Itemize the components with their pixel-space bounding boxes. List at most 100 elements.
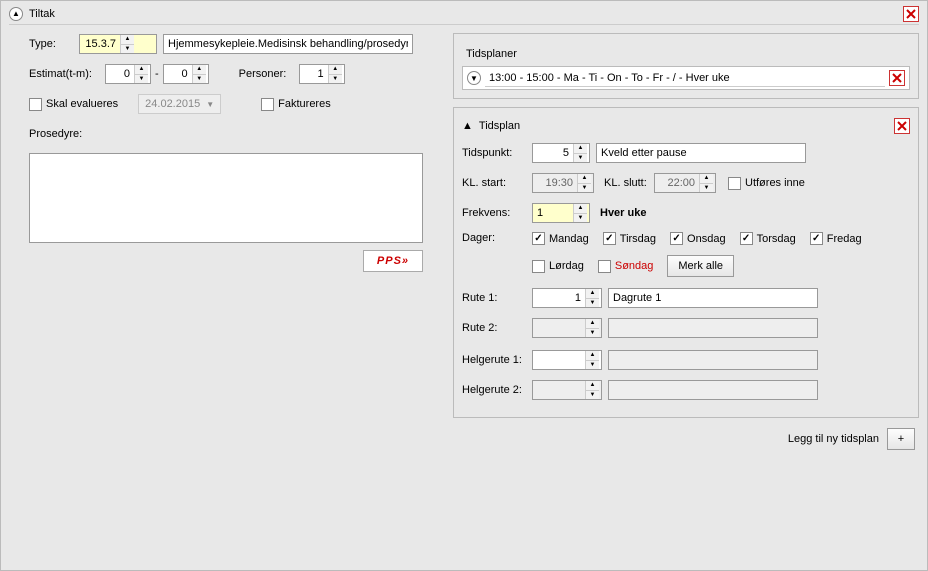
klslutt-input[interactable] [655,174,699,192]
right-column: Tidsplaner ▼ 13:00 - 15:00 - Ma - Ti - O… [453,33,919,450]
day-lordag-checkbox[interactable]: Lørdag [532,260,584,273]
left-column: Type: ▲▼ Estimat(t-m): ▲▼ - ▲▼ [9,33,439,450]
spin-down-icon[interactable]: ▼ [329,75,342,84]
merk-alle-button[interactable]: Merk alle [667,255,734,277]
day-mandag-checkbox[interactable]: Mandag [532,232,589,245]
spin-down-icon[interactable]: ▼ [586,391,599,400]
add-tidsplan-button[interactable]: + [887,428,915,450]
day-fredag-checkbox[interactable]: Fredag [810,232,862,245]
helgerute1-spinner[interactable]: ▲▼ [532,350,602,370]
spin-down-icon[interactable]: ▼ [586,361,599,370]
rute2-label: Rute 2: [462,322,532,334]
helgerute2-spinner[interactable]: ▲▼ [532,380,602,400]
helgerute2-input[interactable] [533,381,585,399]
klslutt-spinner[interactable]: ▲▼ [654,173,716,193]
klstart-label: KL. start: [462,177,532,189]
spin-up-icon[interactable]: ▲ [574,144,587,154]
personer-label: Personer: [239,68,299,80]
estimat-m-input[interactable] [164,65,192,83]
panel-header: ▲ Tiltak [9,5,919,25]
spin-up-icon[interactable]: ▲ [193,65,206,75]
estimat-h-input[interactable] [106,65,134,83]
helgerute1-label: Helgerute 1: [462,354,532,366]
helgerute2-desc-input[interactable] [608,380,818,400]
spin-up-icon[interactable]: ▲ [135,65,148,75]
expand-toggle-icon[interactable]: ▼ [467,71,481,85]
estimat-h-spinner[interactable]: ▲▼ [105,64,151,84]
skal-evalueres-checkbox[interactable]: Skal evalueres [29,98,118,111]
tiltak-panel: ▲ Tiltak Type: ▲▼ Estimat(t-m): ▲▼ [0,0,928,571]
rute2-spinner[interactable]: ▲▼ [532,318,602,338]
helgerute1-desc-input[interactable] [608,350,818,370]
estimat-m-spinner[interactable]: ▲▼ [163,64,209,84]
spin-up-icon[interactable]: ▲ [586,289,599,299]
utfores-inne-checkbox[interactable]: Utføres inne [728,177,805,190]
klstart-spinner[interactable]: ▲▼ [532,173,594,193]
spin-up-icon[interactable]: ▲ [586,319,599,329]
helgerute2-label: Helgerute 2: [462,384,532,396]
collapse-toggle-icon[interactable]: ▲ [462,120,473,132]
tidspunkt-spinner[interactable]: ▲▼ [532,143,590,163]
spin-down-icon[interactable]: ▼ [586,329,599,338]
spin-up-icon[interactable]: ▲ [121,35,134,45]
type-value-input[interactable] [80,35,120,53]
type-spinner[interactable]: ▲▼ [79,34,157,54]
spin-down-icon[interactable]: ▼ [135,75,148,84]
type-label: Type: [29,38,79,50]
close-icon[interactable] [903,6,919,22]
spin-up-icon[interactable]: ▲ [574,204,587,214]
utfores-inne-label: Utføres inne [745,177,805,189]
dash: - [151,68,163,80]
spin-up-icon[interactable]: ▲ [700,174,713,184]
spin-down-icon[interactable]: ▼ [121,45,134,54]
delete-schedule-icon[interactable] [889,70,905,86]
tidsplan-title: Tidsplan [479,120,894,132]
frekvens-spinner[interactable]: ▲▼ [532,203,590,223]
faktureres-checkbox[interactable]: Faktureres [261,98,331,111]
personer-spinner[interactable]: ▲▼ [299,64,345,84]
spin-down-icon[interactable]: ▼ [574,154,587,163]
spin-up-icon[interactable]: ▲ [586,381,599,391]
spin-down-icon[interactable]: ▼ [574,214,587,223]
tidsplan-group: ▲ Tidsplan Tidspunkt: ▲▼ KL. [453,107,919,418]
prosedyre-label: Prosedyre: [29,128,82,140]
spin-down-icon[interactable]: ▼ [586,299,599,308]
rute2-input[interactable] [533,319,585,337]
day-tirsdag-checkbox[interactable]: Tirsdag [603,232,656,245]
rute1-desc-input[interactable] [608,288,818,308]
rute2-desc-input[interactable] [608,318,818,338]
day-torsdag-checkbox[interactable]: Torsdag [740,232,796,245]
frekvens-label: Frekvens: [462,207,532,219]
spin-up-icon[interactable]: ▲ [578,174,591,184]
legg-til-label: Legg til ny tidsplan [788,433,879,445]
pps-button[interactable]: PPS» [363,250,423,272]
tidspunkt-desc-input[interactable] [596,143,806,163]
klstart-input[interactable] [533,174,577,192]
dager-label: Dager: [462,232,532,244]
spin-up-icon[interactable]: ▲ [329,65,342,75]
rute1-spinner[interactable]: ▲▼ [532,288,602,308]
tidspunkt-label: Tidspunkt: [462,147,532,159]
spin-down-icon[interactable]: ▼ [700,184,713,193]
spin-down-icon[interactable]: ▼ [578,184,591,193]
rute1-input[interactable] [533,289,585,307]
day-onsdag-checkbox[interactable]: Onsdag [670,232,726,245]
frekvens-input[interactable] [533,204,573,222]
estimat-label: Estimat(t-m): [29,68,105,80]
skal-evalueres-label: Skal evalueres [46,98,118,110]
type-desc-input[interactable] [163,34,413,54]
close-tidsplan-icon[interactable] [894,118,910,134]
prosedyre-textarea[interactable] [29,153,423,243]
tidsplaner-group: Tidsplaner ▼ 13:00 - 15:00 - Ma - Ti - O… [453,33,919,99]
helgerute1-input[interactable] [533,351,585,369]
collapse-toggle-icon[interactable]: ▲ [9,7,23,21]
personer-input[interactable] [300,65,328,83]
tidsplaner-title: Tidsplaner [462,48,521,60]
eval-date-text: 24.02.2015 [145,98,200,110]
spin-up-icon[interactable]: ▲ [586,351,599,361]
day-sondag-checkbox[interactable]: Søndag [598,260,654,273]
panel-title: Tiltak [29,8,903,20]
footer-row: Legg til ny tidsplan + [453,428,919,450]
tidspunkt-input[interactable] [533,144,573,162]
spin-down-icon[interactable]: ▼ [193,75,206,84]
